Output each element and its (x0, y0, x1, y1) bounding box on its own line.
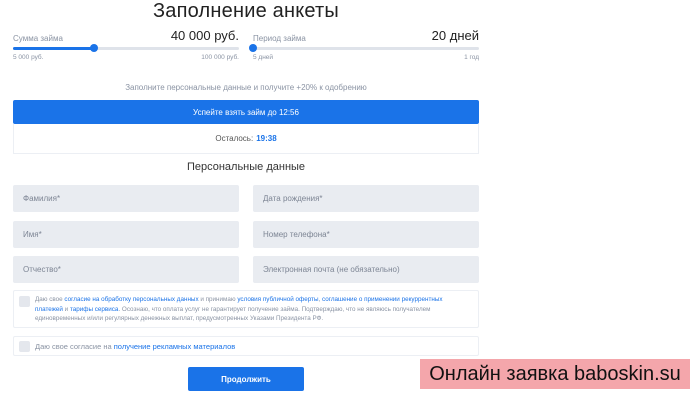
phone-field[interactable]: Номер телефона* (253, 221, 479, 248)
watermark-banner: Онлайн заявка baboskin.su (420, 359, 690, 389)
first-name-field[interactable]: Имя* (13, 221, 239, 248)
countdown-value: 19:38 (256, 134, 277, 143)
ads-materials-link[interactable]: получение рекламных материалов (114, 342, 235, 351)
email-field[interactable]: Электронная почта (не обязательно) (253, 256, 479, 283)
loan-amount-fill (13, 47, 95, 50)
loan-period-track[interactable] (249, 44, 479, 52)
service-tariffs-link[interactable]: тарифы сервиса (70, 306, 118, 313)
page-title: Заполнение анкеты (153, 0, 339, 22)
continue-button[interactable]: Продолжить (188, 367, 304, 391)
consent-ads-checkbox[interactable] (19, 341, 30, 352)
countdown-label: Осталось: (215, 134, 254, 143)
last-name-field[interactable]: Фамилия* (13, 185, 239, 212)
loan-period-value: 20 дней (431, 28, 479, 43)
loan-period-label: Период займа (253, 34, 306, 43)
loan-amount-thumb[interactable] (90, 44, 99, 52)
approval-hint: Заполните персональные данные и получите… (125, 83, 367, 92)
loan-period-thumb[interactable] (249, 44, 257, 52)
loan-amount-label: Сумма займа (13, 34, 63, 43)
consent-terms-text: Даю свое согласие на обработку персональ… (35, 295, 472, 324)
personal-data-link[interactable]: согласие на обработку персональных данны… (64, 296, 198, 303)
consent-terms-checkbox[interactable] (19, 296, 30, 307)
loan-amount-track[interactable] (13, 44, 239, 52)
consent-ads-block: Даю свое согласие на получение рекламных… (13, 336, 479, 356)
birth-date-field[interactable]: Дата рождения* (253, 185, 479, 212)
section-title: Персональные данные (186, 161, 306, 173)
deadline-banner: Успейте взять займ до 12:56 (13, 100, 479, 124)
consent-text-part: и принимаю (198, 296, 238, 303)
consent-text-part: и (62, 305, 70, 313)
loan-amount-value: 40 000 руб. (170, 28, 239, 43)
loan-amount-max: 100 000 руб. (201, 54, 239, 61)
consent-text-part: Даю свое согласие на (35, 342, 114, 351)
countdown-box: Осталось: 19:38 (13, 124, 479, 154)
consent-terms-block: Даю свое согласие на обработку персональ… (13, 290, 479, 328)
middle-name-field[interactable]: Отчество* (13, 256, 239, 283)
consent-text-part: Даю свое (35, 296, 65, 303)
loan-amount-min: 5 000 руб. (13, 54, 44, 61)
public-offer-link[interactable]: условия публичной оферты (237, 296, 318, 303)
loan-period-min: 5 дней (253, 54, 274, 61)
loan-period-max: 1 год (464, 54, 479, 61)
consent-ads-text: Даю свое согласие на получение рекламных… (35, 342, 472, 352)
